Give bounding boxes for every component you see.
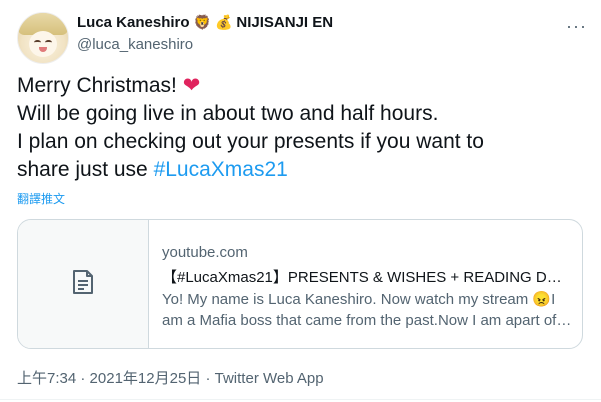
avatar-eye [34, 40, 41, 45]
meta-separator: · [76, 370, 90, 387]
card-title: 【#LucaXmas21】PRESENTS & WISHES + READING… [162, 269, 572, 286]
tweet-source: Twitter Web App [214, 370, 324, 387]
avatar[interactable] [17, 12, 69, 64]
author-name-row[interactable]: Luca Kaneshiro 🦁 💰 NIJISANJI EN [77, 14, 333, 31]
card-description: Yo! My name is Luca Kaneshiro. Now watch… [162, 291, 572, 329]
more-options-icon[interactable]: ··· [566, 16, 587, 37]
tweet-line: Merry Christmas! ❤ [17, 72, 587, 100]
document-icon [70, 268, 96, 301]
lion-icon: 🦁 [193, 14, 211, 30]
affiliation: NIJISANJI EN [236, 14, 334, 31]
tweet-text: Merry Christmas! ❤ Will be going live in… [17, 72, 587, 184]
tweet-meta: 上午7:34 · 2021年12月25日 · Twitter Web App [17, 367, 324, 388]
money-bag-icon: 💰 [214, 14, 233, 30]
tweet-date[interactable]: 2021年12月25日 [90, 370, 202, 387]
link-card[interactable]: youtube.com 【#LucaXmas21】PRESENTS & WISH… [17, 219, 583, 349]
heart-icon: ❤ [182, 74, 201, 97]
tweet-line: I plan on checking out your presents if … [17, 130, 484, 153]
avatar-face [29, 31, 57, 57]
meta-separator: · [201, 370, 215, 387]
tweet-line-text: share just use [17, 158, 154, 181]
avatar-eye [45, 40, 52, 45]
tweet-line-text: Merry Christmas! [17, 74, 183, 97]
card-body: youtube.com 【#LucaXmas21】PRESENTS & WISH… [162, 244, 572, 331]
display-name[interactable]: Luca Kaneshiro [77, 14, 190, 31]
translate-tweet-link[interactable]: 翻譯推文 [17, 190, 65, 207]
tweet-time[interactable]: 上午7:34 [17, 370, 76, 387]
author-handle[interactable]: @luca_kaneshiro [77, 36, 193, 53]
hashtag-link[interactable]: #LucaXmas21 [154, 158, 288, 181]
card-domain: youtube.com [162, 244, 248, 261]
card-thumbnail [18, 220, 149, 348]
tweet-line: share just use #LucaXmas21 [17, 156, 587, 184]
divider [0, 399, 601, 400]
tweet-line: Will be going live in about two and half… [17, 102, 439, 125]
